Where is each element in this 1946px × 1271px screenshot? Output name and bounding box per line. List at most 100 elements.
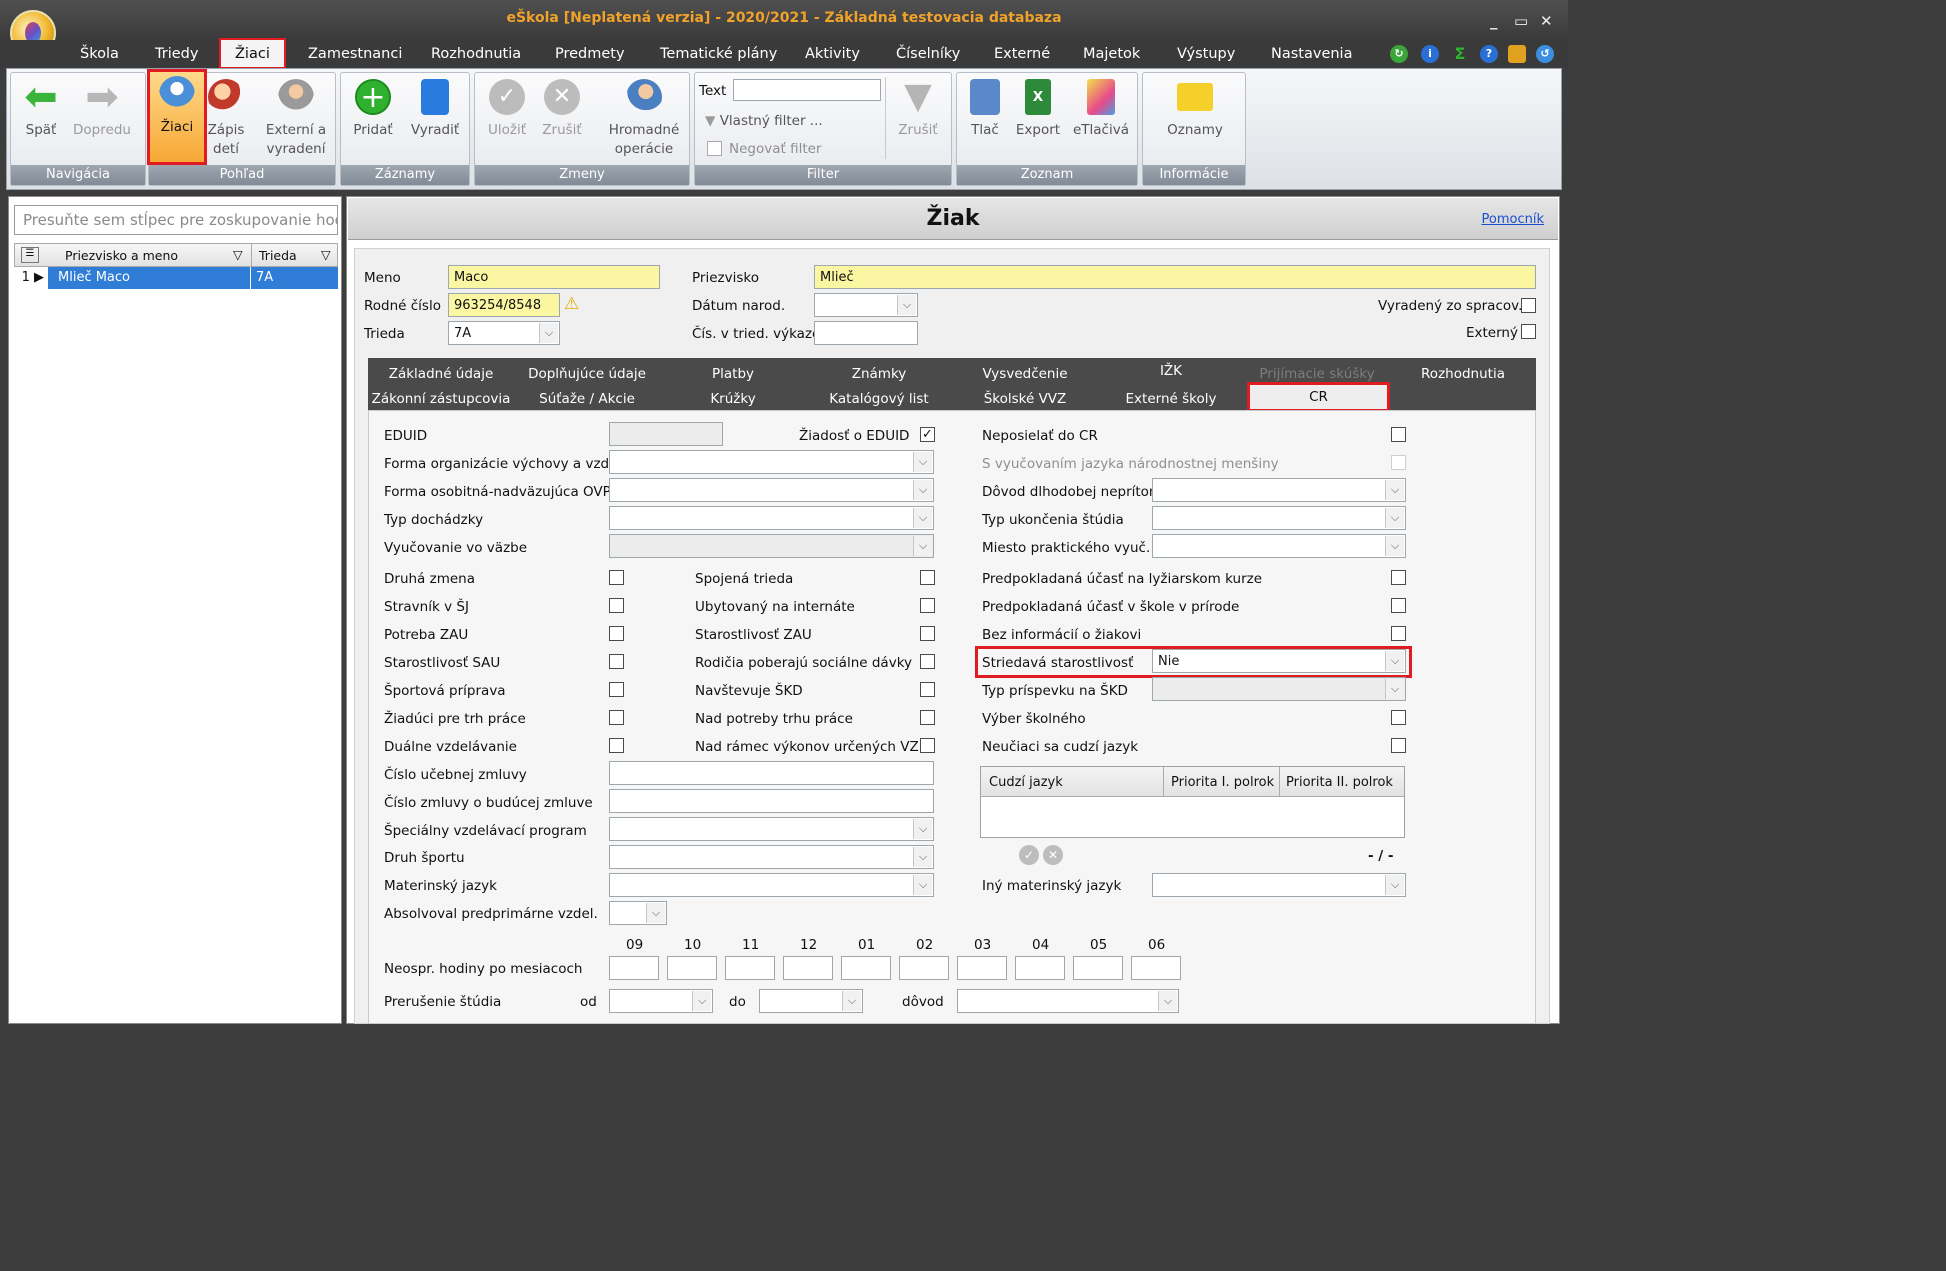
chevron-down-icon[interactable]: ⌵ — [692, 991, 711, 1011]
menu-majetok[interactable]: Majetok — [1083, 46, 1140, 62]
chevron-down-icon[interactable]: ⌵ — [1158, 991, 1177, 1011]
materinsky-select[interactable]: ⌵ — [609, 873, 934, 897]
group-by-drop-area[interactable]: Presuňte sem stĺpec pre zoskupovanie hod… — [14, 205, 338, 235]
eforms-button[interactable]: eTlačivá — [1069, 79, 1133, 140]
hours-input-02[interactable] — [899, 956, 949, 980]
chevron-down-icon[interactable]: ⌵ — [913, 480, 932, 500]
chevron-down-icon[interactable]: ⌵ — [1385, 651, 1404, 671]
tab-cr[interactable]: CR — [1247, 382, 1390, 412]
table-row[interactable]: 1 ▶ Mlieč Maco 7A — [14, 267, 338, 289]
column-class[interactable]: Trieda — [259, 248, 297, 263]
column-priority-1[interactable]: Priorita I. polrok — [1171, 775, 1274, 790]
bulk-operations-button[interactable]: Hromadné operácie — [601, 79, 687, 159]
chevron-down-icon[interactable]: ⌵ — [897, 295, 916, 315]
filter-name-icon[interactable]: ▽ — [233, 247, 243, 262]
maximize-button[interactable]: ▭ — [1514, 12, 1528, 30]
navstevuje-skd-checkbox[interactable] — [920, 682, 935, 697]
typ-ukoncenia-select[interactable]: ⌵ — [1152, 506, 1406, 530]
print-button[interactable]: Tlač — [963, 79, 1007, 140]
forma-osob-select[interactable]: ⌵ — [609, 478, 934, 502]
enroll-button[interactable]: Zápis detí — [205, 79, 247, 159]
chevron-down-icon[interactable]: ⌵ — [913, 875, 932, 895]
striedava-select[interactable]: Nie ⌵ — [1152, 649, 1406, 673]
remove-button[interactable]: Vyradiť — [407, 79, 463, 140]
tab-izk[interactable]: IŽK — [1098, 363, 1244, 379]
ziadost-eduid-checkbox[interactable]: ✓ — [920, 427, 935, 442]
druh-sportu-select[interactable]: ⌵ — [609, 845, 934, 869]
chevron-down-icon[interactable]: ⌵ — [1385, 508, 1404, 528]
tab-prijimacie-skusky[interactable]: Prijímacie skúšky — [1244, 366, 1390, 382]
forma-org-select[interactable]: ⌵ — [609, 450, 934, 474]
back-button[interactable]: ⬅ Späť — [21, 77, 61, 140]
lyziarsky-checkbox[interactable] — [1391, 570, 1406, 585]
menu-zamestnanci[interactable]: Zamestnanci — [308, 46, 402, 62]
info-icon[interactable]: i — [1421, 45, 1439, 63]
hours-input-04[interactable] — [1015, 956, 1065, 980]
notices-button[interactable]: Oznamy — [1157, 79, 1233, 140]
menu-skola[interactable]: Škola — [80, 46, 119, 62]
external-removed-button[interactable]: Externí a vyradení — [259, 79, 333, 159]
neposielat-checkbox[interactable] — [1391, 427, 1406, 442]
confirm-icon[interactable]: ✓ — [1019, 845, 1039, 865]
potreba-zau-checkbox[interactable] — [609, 626, 624, 641]
hours-input-09[interactable] — [609, 956, 659, 980]
socialne-davky-checkbox[interactable] — [920, 654, 935, 669]
column-priority-2[interactable]: Priorita II. polrok — [1286, 775, 1393, 790]
typ-dochadzky-select[interactable]: ⌵ — [609, 506, 934, 530]
menu-ciselniky[interactable]: Číselníky — [896, 46, 960, 62]
absolvoval-select[interactable]: ⌵ — [609, 901, 667, 925]
menu-ziaci[interactable]: Žiaci — [219, 38, 286, 69]
tab-zakladne-udaje[interactable]: Základné údaje — [368, 366, 514, 382]
hours-input-01[interactable] — [841, 956, 891, 980]
dovod-nepritom-select[interactable]: ⌵ — [1152, 478, 1406, 502]
chevron-down-icon[interactable]: ⌵ — [913, 847, 932, 867]
sportova-priprava-checkbox[interactable] — [609, 682, 624, 697]
tab-rozhodnutia[interactable]: Rozhodnutia — [1390, 366, 1536, 382]
printer-icon[interactable] — [1508, 45, 1526, 63]
stravnik-checkbox[interactable] — [609, 598, 624, 613]
add-button[interactable]: + Pridať — [349, 79, 397, 140]
dualne-checkbox[interactable] — [609, 738, 624, 753]
tab-znamky[interactable]: Známky — [806, 366, 952, 382]
hours-input-11[interactable] — [725, 956, 775, 980]
tab-zakonni-zastupcovia[interactable]: Zákonní zástupcovia — [368, 391, 514, 407]
menu-rozhodnutia[interactable]: Rozhodnutia — [431, 46, 521, 62]
rc-input[interactable]: 963254/8548 — [448, 293, 560, 317]
cancel-button[interactable]: ✕ Zrušiť — [537, 79, 587, 140]
column-chooser-icon[interactable]: ☰ — [21, 247, 39, 263]
hours-input-03[interactable] — [957, 956, 1007, 980]
students-view-button[interactable]: Žiaci — [147, 69, 207, 165]
chevron-down-icon[interactable]: ⌵ — [913, 508, 932, 528]
hours-input-10[interactable] — [667, 956, 717, 980]
tab-kruzky[interactable]: Krúžky — [660, 391, 806, 407]
sum-icon[interactable]: Σ — [1451, 45, 1469, 63]
cis-input[interactable] — [814, 321, 918, 345]
chevron-down-icon[interactable]: ⌵ — [1385, 480, 1404, 500]
cislo-buducej-input[interactable] — [609, 789, 934, 813]
tab-doplnujuce-udaje[interactable]: Doplňujúce údaje — [514, 366, 660, 382]
refresh-icon[interactable]: ↻ — [1390, 45, 1408, 63]
chevron-down-icon[interactable]: ⌵ — [842, 991, 861, 1011]
iny-materinsky-select[interactable]: ⌵ — [1152, 873, 1406, 897]
negate-filter-checkbox[interactable] — [707, 141, 722, 156]
hours-input-06[interactable] — [1131, 956, 1181, 980]
miesto-prakt-select[interactable]: ⌵ — [1152, 534, 1406, 558]
starostlivost-zau-checkbox[interactable] — [920, 626, 935, 641]
neuciaci-checkbox[interactable] — [1391, 738, 1406, 753]
starostlivost-sau-checkbox[interactable] — [609, 654, 624, 669]
export-button[interactable]: X Export — [1013, 79, 1063, 140]
prerusenie-do-select[interactable]: ⌵ — [759, 989, 863, 1013]
chevron-down-icon[interactable]: ⌵ — [539, 323, 558, 343]
ubytovany-checkbox[interactable] — [920, 598, 935, 613]
priezvisko-input[interactable]: Mlieč — [814, 265, 1536, 289]
menu-predmety[interactable]: Predmety — [555, 46, 625, 62]
menu-aktivity[interactable]: Aktivity — [805, 46, 860, 62]
datum-input[interactable]: ⌵ — [814, 293, 918, 317]
nad-potreby-checkbox[interactable] — [920, 710, 935, 725]
druha-zmena-checkbox[interactable] — [609, 570, 624, 585]
tab-vysvedcenie[interactable]: Vysvedčenie — [952, 366, 1098, 382]
menu-externe[interactable]: Externé — [994, 46, 1050, 62]
chevron-down-icon[interactable]: ⌵ — [1385, 875, 1404, 895]
vyber-skolneho-checkbox[interactable] — [1391, 710, 1406, 725]
chevron-down-icon[interactable]: ⌵ — [646, 903, 665, 923]
